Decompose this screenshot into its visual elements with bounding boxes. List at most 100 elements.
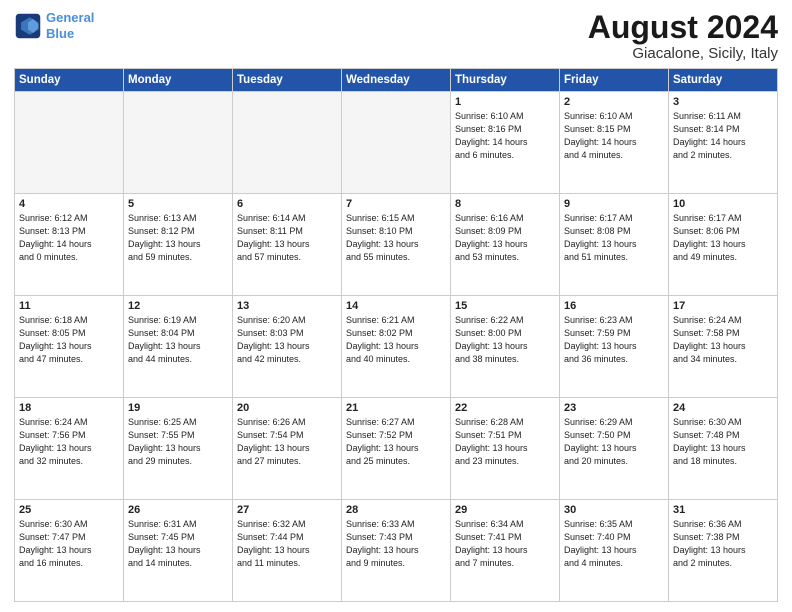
day-number: 30 bbox=[564, 504, 664, 516]
calendar-cell: 20 Sunrise: 6:26 AM Sunset: 7:54 PM Dayli… bbox=[233, 398, 342, 500]
day-number: 11 bbox=[19, 300, 119, 312]
day-number: 19 bbox=[128, 402, 228, 414]
calendar-subtitle: Giacalone, Sicily, Italy bbox=[588, 45, 778, 62]
calendar-cell: 19 Sunrise: 6:25 AM Sunset: 7:55 PM Dayli… bbox=[124, 398, 233, 500]
calendar-cell: 10 Sunrise: 6:17 AM Sunset: 8:06 PM Dayli… bbox=[669, 194, 778, 296]
calendar-cell: 7 Sunrise: 6:15 AM Sunset: 8:10 PM Daylig… bbox=[342, 194, 451, 296]
day-number: 9 bbox=[564, 198, 664, 210]
day-number: 13 bbox=[237, 300, 337, 312]
day-number: 1 bbox=[455, 96, 555, 108]
day-info: Sunrise: 6:17 AM Sunset: 8:06 PM Dayligh… bbox=[673, 212, 773, 264]
calendar-cell bbox=[342, 92, 451, 194]
calendar-cell: 30 Sunrise: 6:35 AM Sunset: 7:40 PM Dayli… bbox=[560, 500, 669, 602]
day-number: 5 bbox=[128, 198, 228, 210]
logo-line1: General bbox=[46, 10, 94, 25]
day-info: Sunrise: 6:30 AM Sunset: 7:48 PM Dayligh… bbox=[673, 416, 773, 468]
calendar-cell: 5 Sunrise: 6:13 AM Sunset: 8:12 PM Daylig… bbox=[124, 194, 233, 296]
day-number: 31 bbox=[673, 504, 773, 516]
day-number: 25 bbox=[19, 504, 119, 516]
day-info: Sunrise: 6:33 AM Sunset: 7:43 PM Dayligh… bbox=[346, 518, 446, 570]
day-info: Sunrise: 6:27 AM Sunset: 7:52 PM Dayligh… bbox=[346, 416, 446, 468]
calendar-cell: 31Sunrise: 6:36 AM Sunset: 7:38 PM Dayli… bbox=[669, 500, 778, 602]
calendar-cell: 1 Sunrise: 6:10 AM Sunset: 8:16 PM Daylig… bbox=[451, 92, 560, 194]
day-info: Sunrise: 6:25 AM Sunset: 7:55 PM Dayligh… bbox=[128, 416, 228, 468]
calendar-week-3: 11 Sunrise: 6:18 AM Sunset: 8:05 PM Dayli… bbox=[15, 296, 778, 398]
calendar-cell: 18Sunrise: 6:24 AM Sunset: 7:56 PM Dayli… bbox=[15, 398, 124, 500]
logo: General Blue bbox=[14, 10, 94, 41]
calendar-week-4: 18Sunrise: 6:24 AM Sunset: 7:56 PM Dayli… bbox=[15, 398, 778, 500]
day-info: Sunrise: 6:31 AM Sunset: 7:45 PM Dayligh… bbox=[128, 518, 228, 570]
day-number: 20 bbox=[237, 402, 337, 414]
day-info: Sunrise: 6:11 AM Sunset: 8:14 PM Dayligh… bbox=[673, 110, 773, 162]
day-number: 7 bbox=[346, 198, 446, 210]
calendar-cell: 6 Sunrise: 6:14 AM Sunset: 8:11 PM Daylig… bbox=[233, 194, 342, 296]
day-info: Sunrise: 6:23 AM Sunset: 7:59 PM Dayligh… bbox=[564, 314, 664, 366]
day-number: 4 bbox=[19, 198, 119, 210]
day-number: 17 bbox=[673, 300, 773, 312]
day-info: Sunrise: 6:28 AM Sunset: 7:51 PM Dayligh… bbox=[455, 416, 555, 468]
day-info: Sunrise: 6:12 AM Sunset: 8:13 PM Dayligh… bbox=[19, 212, 119, 264]
day-info: Sunrise: 6:26 AM Sunset: 7:54 PM Dayligh… bbox=[237, 416, 337, 468]
calendar-cell: 25 Sunrise: 6:30 AM Sunset: 7:47 PM Dayli… bbox=[15, 500, 124, 602]
day-number: 12 bbox=[128, 300, 228, 312]
calendar-week-2: 4 Sunrise: 6:12 AM Sunset: 8:13 PM Daylig… bbox=[15, 194, 778, 296]
header-wednesday: Wednesday bbox=[342, 69, 451, 92]
day-info: Sunrise: 6:35 AM Sunset: 7:40 PM Dayligh… bbox=[564, 518, 664, 570]
day-number: 6 bbox=[237, 198, 337, 210]
header-monday: Monday bbox=[124, 69, 233, 92]
calendar-cell: 15Sunrise: 6:22 AM Sunset: 8:00 PM Dayli… bbox=[451, 296, 560, 398]
day-number: 21 bbox=[346, 402, 446, 414]
day-info: Sunrise: 6:19 AM Sunset: 8:04 PM Dayligh… bbox=[128, 314, 228, 366]
day-info: Sunrise: 6:20 AM Sunset: 8:03 PM Dayligh… bbox=[237, 314, 337, 366]
header-friday: Friday bbox=[560, 69, 669, 92]
header-thursday: Thursday bbox=[451, 69, 560, 92]
calendar-cell: 8 Sunrise: 6:16 AM Sunset: 8:09 PM Daylig… bbox=[451, 194, 560, 296]
calendar-cell: 24 Sunrise: 6:30 AM Sunset: 7:48 PM Dayli… bbox=[669, 398, 778, 500]
day-info: Sunrise: 6:15 AM Sunset: 8:10 PM Dayligh… bbox=[346, 212, 446, 264]
day-number: 8 bbox=[455, 198, 555, 210]
header-tuesday: Tuesday bbox=[233, 69, 342, 92]
calendar-title: August 2024 bbox=[588, 10, 778, 45]
day-number: 22 bbox=[455, 402, 555, 414]
calendar-cell: 3Sunrise: 6:11 AM Sunset: 8:14 PM Daylig… bbox=[669, 92, 778, 194]
day-number: 27 bbox=[237, 504, 337, 516]
day-info: Sunrise: 6:13 AM Sunset: 8:12 PM Dayligh… bbox=[128, 212, 228, 264]
calendar-cell: 17 Sunrise: 6:24 AM Sunset: 7:58 PM Dayli… bbox=[669, 296, 778, 398]
calendar-cell: 29 Sunrise: 6:34 AM Sunset: 7:41 PM Dayli… bbox=[451, 500, 560, 602]
calendar-cell: 2 Sunrise: 6:10 AM Sunset: 8:15 PM Daylig… bbox=[560, 92, 669, 194]
day-number: 28 bbox=[346, 504, 446, 516]
day-number: 29 bbox=[455, 504, 555, 516]
day-info: Sunrise: 6:10 AM Sunset: 8:15 PM Dayligh… bbox=[564, 110, 664, 162]
header-sunday: Sunday bbox=[15, 69, 124, 92]
day-info: Sunrise: 6:17 AM Sunset: 8:08 PM Dayligh… bbox=[564, 212, 664, 264]
day-info: Sunrise: 6:10 AM Sunset: 8:16 PM Dayligh… bbox=[455, 110, 555, 162]
calendar-cell: 11 Sunrise: 6:18 AM Sunset: 8:05 PM Dayli… bbox=[15, 296, 124, 398]
day-info: Sunrise: 6:14 AM Sunset: 8:11 PM Dayligh… bbox=[237, 212, 337, 264]
day-info: Sunrise: 6:30 AM Sunset: 7:47 PM Dayligh… bbox=[19, 518, 119, 570]
day-info: Sunrise: 6:34 AM Sunset: 7:41 PM Dayligh… bbox=[455, 518, 555, 570]
calendar-cell: 22 Sunrise: 6:28 AM Sunset: 7:51 PM Dayli… bbox=[451, 398, 560, 500]
day-number: 2 bbox=[564, 96, 664, 108]
logo-icon bbox=[14, 12, 42, 40]
day-number: 10 bbox=[673, 198, 773, 210]
day-info: Sunrise: 6:18 AM Sunset: 8:05 PM Dayligh… bbox=[19, 314, 119, 366]
day-info: Sunrise: 6:24 AM Sunset: 7:58 PM Dayligh… bbox=[673, 314, 773, 366]
day-number: 15 bbox=[455, 300, 555, 312]
calendar-cell: 9 Sunrise: 6:17 AM Sunset: 8:08 PM Daylig… bbox=[560, 194, 669, 296]
title-block: August 2024 Giacalone, Sicily, Italy bbox=[588, 10, 778, 62]
logo-line2: Blue bbox=[46, 26, 74, 41]
calendar-cell: 26Sunrise: 6:31 AM Sunset: 7:45 PM Dayli… bbox=[124, 500, 233, 602]
calendar-cell bbox=[124, 92, 233, 194]
calendar-week-1: 1 Sunrise: 6:10 AM Sunset: 8:16 PM Daylig… bbox=[15, 92, 778, 194]
header: General Blue August 2024 Giacalone, Sici… bbox=[14, 10, 778, 62]
calendar-cell: 27 Sunrise: 6:32 AM Sunset: 7:44 PM Dayli… bbox=[233, 500, 342, 602]
page: General Blue August 2024 Giacalone, Sici… bbox=[0, 0, 792, 612]
calendar-cell: 28 Sunrise: 6:33 AM Sunset: 7:43 PM Dayli… bbox=[342, 500, 451, 602]
day-info: Sunrise: 6:16 AM Sunset: 8:09 PM Dayligh… bbox=[455, 212, 555, 264]
day-info: Sunrise: 6:29 AM Sunset: 7:50 PM Dayligh… bbox=[564, 416, 664, 468]
day-number: 24 bbox=[673, 402, 773, 414]
day-info: Sunrise: 6:32 AM Sunset: 7:44 PM Dayligh… bbox=[237, 518, 337, 570]
day-info: Sunrise: 6:21 AM Sunset: 8:02 PM Dayligh… bbox=[346, 314, 446, 366]
calendar-cell: 12 Sunrise: 6:19 AM Sunset: 8:04 PM Dayli… bbox=[124, 296, 233, 398]
calendar-cell: 14Sunrise: 6:21 AM Sunset: 8:02 PM Dayli… bbox=[342, 296, 451, 398]
